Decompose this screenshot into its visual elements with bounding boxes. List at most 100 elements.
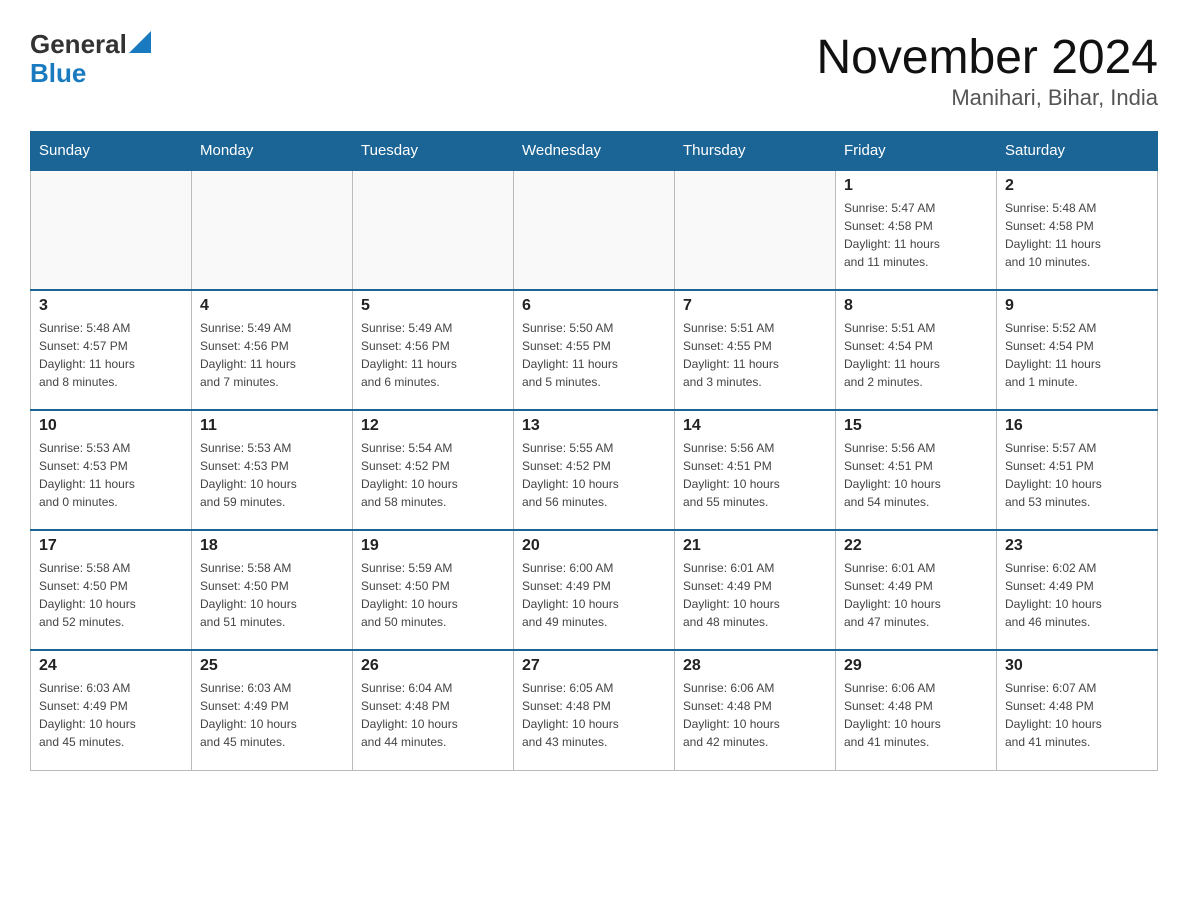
calendar-cell: 23 Sunrise: 6:02 AM Sunset: 4:49 PM Dayli… (997, 530, 1158, 650)
day-info: Sunrise: 5:52 AM Sunset: 4:54 PM Dayligh… (1005, 319, 1149, 391)
calendar-header-row: SundayMondayTuesdayWednesdayThursdayFrid… (31, 132, 1158, 171)
calendar-cell: 30 Sunrise: 6:07 AM Sunset: 4:48 PM Dayli… (997, 650, 1158, 770)
calendar-cell: 15 Sunrise: 5:56 AM Sunset: 4:51 PM Dayli… (836, 410, 997, 530)
day-number: 17 (39, 537, 183, 555)
day-info: Sunrise: 6:01 AM Sunset: 4:49 PM Dayligh… (844, 559, 988, 631)
week-row-4: 17 Sunrise: 5:58 AM Sunset: 4:50 PM Dayli… (31, 530, 1158, 650)
day-info: Sunrise: 5:55 AM Sunset: 4:52 PM Dayligh… (522, 439, 666, 511)
calendar-cell: 7 Sunrise: 5:51 AM Sunset: 4:55 PM Daylig… (675, 290, 836, 410)
calendar-cell: 28 Sunrise: 6:06 AM Sunset: 4:48 PM Dayli… (675, 650, 836, 770)
day-info: Sunrise: 5:50 AM Sunset: 4:55 PM Dayligh… (522, 319, 666, 391)
day-info: Sunrise: 6:06 AM Sunset: 4:48 PM Dayligh… (844, 679, 988, 751)
calendar-cell: 24 Sunrise: 6:03 AM Sunset: 4:49 PM Dayli… (31, 650, 192, 770)
day-info: Sunrise: 6:03 AM Sunset: 4:49 PM Dayligh… (200, 679, 344, 751)
day-info: Sunrise: 6:01 AM Sunset: 4:49 PM Dayligh… (683, 559, 827, 631)
day-info: Sunrise: 5:53 AM Sunset: 4:53 PM Dayligh… (39, 439, 183, 511)
day-number: 25 (200, 657, 344, 675)
week-row-3: 10 Sunrise: 5:53 AM Sunset: 4:53 PM Dayli… (31, 410, 1158, 530)
calendar-cell: 8 Sunrise: 5:51 AM Sunset: 4:54 PM Daylig… (836, 290, 997, 410)
day-info: Sunrise: 5:51 AM Sunset: 4:55 PM Dayligh… (683, 319, 827, 391)
calendar-cell (514, 170, 675, 290)
day-number: 16 (1005, 417, 1149, 435)
day-number: 21 (683, 537, 827, 555)
calendar-cell (192, 170, 353, 290)
day-number: 14 (683, 417, 827, 435)
day-number: 10 (39, 417, 183, 435)
logo-triangle-icon (129, 31, 151, 53)
calendar-cell: 14 Sunrise: 5:56 AM Sunset: 4:51 PM Dayli… (675, 410, 836, 530)
day-info: Sunrise: 5:48 AM Sunset: 4:57 PM Dayligh… (39, 319, 183, 391)
day-number: 5 (361, 297, 505, 315)
header: General Blue November 2024 Manihari, Bih… (30, 30, 1158, 111)
day-info: Sunrise: 5:56 AM Sunset: 4:51 PM Dayligh… (683, 439, 827, 511)
day-number: 15 (844, 417, 988, 435)
day-info: Sunrise: 6:02 AM Sunset: 4:49 PM Dayligh… (1005, 559, 1149, 631)
day-info: Sunrise: 5:56 AM Sunset: 4:51 PM Dayligh… (844, 439, 988, 511)
header-tuesday: Tuesday (353, 132, 514, 171)
calendar-cell: 3Sunrise: 5:48 AM Sunset: 4:57 PM Daylig… (31, 290, 192, 410)
day-info: Sunrise: 5:48 AM Sunset: 4:58 PM Dayligh… (1005, 199, 1149, 271)
calendar-cell (675, 170, 836, 290)
calendar-cell: 1Sunrise: 5:47 AM Sunset: 4:58 PM Daylig… (836, 170, 997, 290)
day-info: Sunrise: 6:03 AM Sunset: 4:49 PM Dayligh… (39, 679, 183, 751)
header-wednesday: Wednesday (514, 132, 675, 171)
day-info: Sunrise: 6:00 AM Sunset: 4:49 PM Dayligh… (522, 559, 666, 631)
day-number: 30 (1005, 657, 1149, 675)
day-number: 22 (844, 537, 988, 555)
calendar-cell: 13 Sunrise: 5:55 AM Sunset: 4:52 PM Dayli… (514, 410, 675, 530)
day-number: 27 (522, 657, 666, 675)
day-number: 19 (361, 537, 505, 555)
day-info: Sunrise: 5:51 AM Sunset: 4:54 PM Dayligh… (844, 319, 988, 391)
day-number: 13 (522, 417, 666, 435)
calendar-title: November 2024 (816, 30, 1158, 85)
logo: General Blue (30, 30, 151, 87)
calendar-cell: 5Sunrise: 5:49 AM Sunset: 4:56 PM Daylig… (353, 290, 514, 410)
day-number: 20 (522, 537, 666, 555)
title-area: November 2024 Manihari, Bihar, India (816, 30, 1158, 111)
day-info: Sunrise: 5:59 AM Sunset: 4:50 PM Dayligh… (361, 559, 505, 631)
day-number: 23 (1005, 537, 1149, 555)
calendar-table: SundayMondayTuesdayWednesdayThursdayFrid… (30, 131, 1158, 771)
day-number: 11 (200, 417, 344, 435)
day-info: Sunrise: 5:57 AM Sunset: 4:51 PM Dayligh… (1005, 439, 1149, 511)
day-number: 12 (361, 417, 505, 435)
day-info: Sunrise: 6:07 AM Sunset: 4:48 PM Dayligh… (1005, 679, 1149, 751)
day-info: Sunrise: 5:49 AM Sunset: 4:56 PM Dayligh… (200, 319, 344, 391)
day-number: 24 (39, 657, 183, 675)
calendar-cell: 2 Sunrise: 5:48 AM Sunset: 4:58 PM Daylig… (997, 170, 1158, 290)
day-number: 9 (1005, 297, 1149, 315)
day-info: Sunrise: 5:53 AM Sunset: 4:53 PM Dayligh… (200, 439, 344, 511)
day-number: 7 (683, 297, 827, 315)
calendar-cell: 10 Sunrise: 5:53 AM Sunset: 4:53 PM Dayli… (31, 410, 192, 530)
calendar-subtitle: Manihari, Bihar, India (816, 85, 1158, 111)
header-monday: Monday (192, 132, 353, 171)
calendar-cell: 12 Sunrise: 5:54 AM Sunset: 4:52 PM Dayli… (353, 410, 514, 530)
day-info: Sunrise: 5:54 AM Sunset: 4:52 PM Dayligh… (361, 439, 505, 511)
header-friday: Friday (836, 132, 997, 171)
day-number: 18 (200, 537, 344, 555)
calendar-cell: 26Sunrise: 6:04 AM Sunset: 4:48 PM Dayli… (353, 650, 514, 770)
day-number: 4 (200, 297, 344, 315)
calendar-cell: 4 Sunrise: 5:49 AM Sunset: 4:56 PM Daylig… (192, 290, 353, 410)
day-number: 1 (844, 177, 988, 195)
calendar-cell: 29Sunrise: 6:06 AM Sunset: 4:48 PM Dayli… (836, 650, 997, 770)
calendar-cell: 19 Sunrise: 5:59 AM Sunset: 4:50 PM Dayli… (353, 530, 514, 650)
day-number: 8 (844, 297, 988, 315)
calendar-cell (31, 170, 192, 290)
logo-blue-text: Blue (30, 58, 86, 88)
calendar-cell: 27 Sunrise: 6:05 AM Sunset: 4:48 PM Dayli… (514, 650, 675, 770)
calendar-cell (353, 170, 514, 290)
day-number: 28 (683, 657, 827, 675)
calendar-cell: 6Sunrise: 5:50 AM Sunset: 4:55 PM Daylig… (514, 290, 675, 410)
day-number: 26 (361, 657, 505, 675)
header-saturday: Saturday (997, 132, 1158, 171)
day-info: Sunrise: 6:05 AM Sunset: 4:48 PM Dayligh… (522, 679, 666, 751)
day-number: 2 (1005, 177, 1149, 195)
header-thursday: Thursday (675, 132, 836, 171)
day-info: Sunrise: 6:06 AM Sunset: 4:48 PM Dayligh… (683, 679, 827, 751)
logo-general-text: General (30, 30, 127, 59)
header-sunday: Sunday (31, 132, 192, 171)
day-info: Sunrise: 5:58 AM Sunset: 4:50 PM Dayligh… (39, 559, 183, 631)
calendar-cell: 22 Sunrise: 6:01 AM Sunset: 4:49 PM Dayli… (836, 530, 997, 650)
week-row-1: 1Sunrise: 5:47 AM Sunset: 4:58 PM Daylig… (31, 170, 1158, 290)
